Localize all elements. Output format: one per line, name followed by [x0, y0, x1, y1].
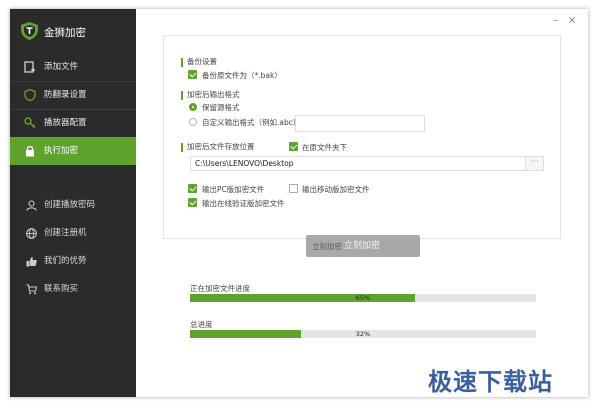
file-progress-bar: 65% [190, 294, 536, 302]
format-section-title: 加密后输出格式 [187, 90, 240, 99]
online-output-label: 输出在线验证版加密文件 [202, 199, 285, 208]
custom-format-label: 自定义输出格式（例如.abc） [202, 118, 301, 127]
shield-icon [24, 89, 36, 101]
backup-label: 备份原文件为（*.bak） [202, 71, 282, 80]
section-marker [181, 91, 183, 100]
sidebar-item-label: 添加文件 [44, 62, 79, 72]
close-button[interactable]: × [568, 15, 576, 26]
sidebar-item-label: 创建注册机 [44, 228, 87, 238]
total-progress-percent: 32% [355, 330, 371, 338]
total-progress-label: 总进度 [190, 320, 213, 329]
backup-checkbox[interactable] [188, 70, 197, 79]
online-output-checkbox[interactable] [188, 198, 197, 207]
sidebar-item-anti-record[interactable]: 防翻录设置 [10, 81, 136, 110]
output-path-value: C:\Users\LENOVO\Desktop [195, 159, 294, 168]
file-progress-label: 正在加密文件进度 [190, 284, 250, 293]
encrypt-ghost-label: 立刻加密 [312, 242, 342, 251]
section-marker [181, 58, 183, 67]
sidebar-item-create-keygen[interactable]: 创建注册机 [10, 219, 136, 247]
sidebar-item-label: 我们的优势 [44, 256, 87, 266]
globe-icon [26, 228, 37, 239]
sidebar-item-label: 播放器配置 [44, 118, 87, 128]
sidebar-item-label: 联系购买 [44, 284, 79, 294]
file-progress-percent: 65% [355, 294, 371, 302]
app-title: 金狮加密 [44, 27, 86, 39]
app-window: 金狮加密 添加文件 防翻录设置 播放器配置 执行加密 创建播放密码 创建注册机 … [10, 9, 588, 397]
minimize-button[interactable]: – [553, 15, 558, 26]
custom-format-radio[interactable] [189, 118, 197, 126]
user-icon [26, 200, 37, 211]
browse-button[interactable]: ··· [525, 156, 544, 171]
lock-icon [26, 145, 34, 157]
sidebar-item-label: 执行加密 [44, 146, 79, 156]
sidebar-item-player-config[interactable]: 播放器配置 [10, 109, 136, 138]
mobile-output-label: 输出移动版加密文件 [302, 185, 370, 194]
same-folder-label: 在原文件夹下 [302, 143, 347, 152]
encrypt-now-button[interactable]: 立刻加密 立刻加密 [306, 235, 420, 257]
sidebar-item-add-file[interactable]: 添加文件 [10, 53, 136, 82]
pc-output-label: 输出PC版加密文件 [202, 185, 265, 194]
watermark: 极速下载站 [428, 368, 553, 396]
sidebar-item-execute-encrypt[interactable]: 执行加密 [10, 137, 136, 165]
thumbs-up-icon [26, 257, 37, 267]
section-marker [181, 143, 183, 152]
sidebar: 金狮加密 添加文件 防翻录设置 播放器配置 执行加密 创建播放密码 创建注册机 … [10, 9, 136, 397]
output-path-field[interactable]: C:\Users\LENOVO\Desktop [190, 156, 532, 171]
output-section-title: 加密后文件存放位置 [187, 142, 255, 151]
custom-format-input[interactable] [295, 115, 425, 132]
mobile-output-checkbox[interactable] [289, 184, 298, 193]
encrypt-label: 立刻加密 [344, 241, 381, 251]
backup-section-title: 备份设置 [187, 57, 217, 66]
sidebar-item-create-password[interactable]: 创建播放密码 [10, 191, 136, 219]
sidebar-item-advantages[interactable]: 我们的优势 [10, 247, 136, 275]
brand: 金狮加密 [10, 9, 136, 53]
same-folder-checkbox[interactable] [289, 142, 298, 151]
keep-format-radio[interactable] [189, 103, 197, 111]
sidebar-item-label: 防翻录设置 [44, 90, 87, 100]
sidebar-item-label: 创建播放密码 [44, 200, 96, 210]
sidebar-item-contact-buy[interactable]: 联系购买 [10, 275, 136, 303]
logo-icon [21, 22, 38, 40]
keep-format-label: 保留源格式 [202, 103, 240, 112]
add-file-icon [24, 61, 35, 73]
cart-icon [26, 284, 37, 295]
settings-panel: 备份设置 备份原文件为（*.bak） 加密后输出格式 保留源格式 自定义输出格式… [163, 35, 561, 239]
pc-output-checkbox[interactable] [188, 184, 197, 193]
total-progress-bar: 32% [190, 330, 536, 338]
key-icon [24, 117, 36, 129]
